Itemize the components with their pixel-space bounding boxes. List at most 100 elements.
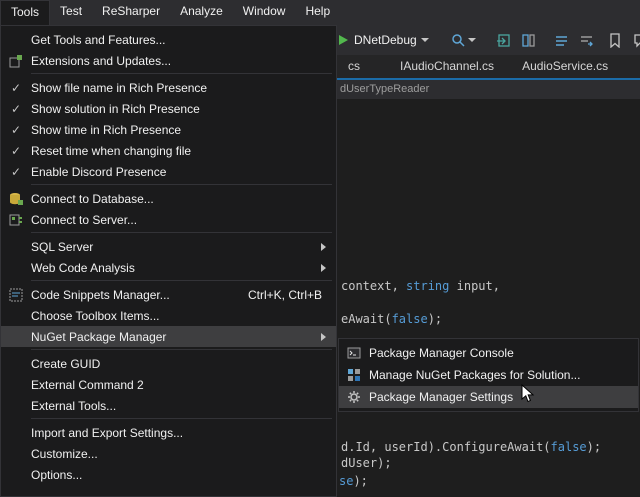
code-keyword: false — [392, 312, 428, 326]
menubar: Tools Test ReSharper Analyze Window Help — [0, 0, 640, 25]
menu-item-label: Show solution in Rich Presence — [31, 102, 200, 116]
menu-item-label: External Tools... — [31, 399, 116, 413]
menu-item-label: Connect to Database... — [31, 192, 154, 206]
menu-item-customize[interactable]: Customize... — [1, 443, 336, 464]
menu-item-label: Reset time when changing file — [31, 144, 191, 158]
menu-separator — [31, 418, 332, 419]
menu-separator — [31, 232, 332, 233]
menu-item-label: External Command 2 — [31, 378, 144, 392]
menu-item-label: Connect to Server... — [31, 213, 137, 227]
gear-icon — [339, 390, 369, 404]
code-text: eAwait( — [341, 312, 392, 326]
code-line: context, string input, — [341, 279, 500, 293]
comment-icon[interactable] — [633, 31, 640, 49]
menu-item-label: SQL Server — [31, 240, 93, 254]
menu-item-label: Options... — [31, 468, 82, 482]
menu-item-sql-server[interactable]: SQL Server — [1, 236, 336, 257]
list-navigate-icon[interactable] — [579, 31, 594, 49]
tab-audioservice[interactable]: AudioService.cs — [511, 55, 619, 78]
menu-item-label: Create GUID — [31, 357, 100, 371]
checkmark-icon — [1, 102, 31, 116]
tools-menu-popup: Get Tools and Features... Extensions and… — [0, 25, 337, 497]
tab-iaudiochannel[interactable]: IAudioChannel.cs — [389, 55, 505, 78]
menu-item-create-guid[interactable]: Create GUID — [1, 353, 336, 374]
code-line: d.Id, userId).ConfigureAwait(false); — [341, 440, 601, 454]
menu-item-extensions-and-updates[interactable]: Extensions and Updates... — [1, 50, 336, 71]
menu-item-show-time[interactable]: Show time in Rich Presence — [1, 119, 336, 140]
submenu-item-package-manager-settings[interactable]: Package Manager Settings — [339, 386, 638, 408]
checkmark-icon — [1, 144, 31, 158]
code-text: d.Id, userId).ConfigureAwait( — [341, 440, 551, 454]
vs-window: Tools Test ReSharper Analyze Window Help… — [0, 0, 640, 497]
menu-item-label: Customize... — [31, 447, 98, 461]
server-icon — [1, 213, 31, 227]
menu-item-import-export-settings[interactable]: Import and Export Settings... — [1, 422, 336, 443]
code-keyword: false — [551, 440, 587, 454]
bookmark-icon[interactable] — [608, 31, 621, 49]
navigate-window-icon[interactable] — [496, 31, 511, 49]
menu-item-external-command-2[interactable]: External Command 2 — [1, 374, 336, 395]
code-text: ); — [587, 440, 601, 454]
checkmark-icon — [1, 81, 31, 95]
checkmark-icon — [1, 165, 31, 179]
menu-item-label: Show time in Rich Presence — [31, 123, 181, 137]
code-keyword: string — [406, 279, 449, 293]
database-icon — [1, 192, 31, 206]
menu-item-label: Code Snippets Manager... — [31, 288, 170, 302]
mouse-cursor-icon — [521, 384, 535, 404]
run-target-caret-icon[interactable] — [421, 38, 429, 42]
menu-separator — [31, 184, 332, 185]
start-debug-icon[interactable] — [339, 35, 348, 45]
menu-item-get-tools-and-features[interactable]: Get Tools and Features... — [1, 29, 336, 50]
code-text: context, — [341, 279, 406, 293]
list-members-icon[interactable] — [554, 31, 569, 49]
nuget-submenu-popup: Package Manager Console Manage NuGet Pac… — [338, 338, 639, 412]
submenu-arrow-icon — [321, 243, 326, 251]
menu-item-label: Choose Toolbox Items... — [31, 309, 160, 323]
menu-item-label: NuGet Package Manager — [31, 330, 166, 344]
split-columns-icon[interactable] — [521, 31, 536, 49]
code-keyword: se — [339, 474, 353, 488]
menu-help[interactable]: Help — [295, 0, 340, 25]
submenu-item-manage-nuget-packages[interactable]: Manage NuGet Packages for Solution... — [339, 364, 638, 386]
tab-partial[interactable]: cs — [337, 55, 371, 78]
menu-tools[interactable]: Tools — [0, 0, 50, 25]
code-line: dUser); — [341, 456, 392, 470]
menu-item-choose-toolbox-items[interactable]: Choose Toolbox Items... — [1, 305, 336, 326]
menu-item-label: Import and Export Settings... — [31, 426, 183, 440]
menu-resharper[interactable]: ReSharper — [92, 0, 170, 25]
menu-item-nuget-package-manager[interactable]: NuGet Package Manager — [1, 326, 336, 347]
menu-item-external-tools[interactable]: External Tools... — [1, 395, 336, 416]
menu-item-code-snippets-manager[interactable]: Code Snippets Manager... Ctrl+K, Ctrl+B — [1, 284, 336, 305]
menu-analyze[interactable]: Analyze — [170, 0, 233, 25]
submenu-item-package-manager-console[interactable]: Package Manager Console — [339, 342, 638, 364]
submenu-item-label: Package Manager Settings — [369, 390, 513, 404]
snippets-icon — [1, 288, 31, 302]
nuget-packages-icon — [339, 368, 369, 382]
menu-window[interactable]: Window — [233, 0, 296, 25]
find-caret-icon[interactable] — [468, 38, 476, 42]
menu-test[interactable]: Test — [50, 0, 92, 25]
menu-item-shortcut: Ctrl+K, Ctrl+B — [248, 288, 322, 302]
code-line: se); — [339, 474, 368, 488]
menu-item-reset-time[interactable]: Reset time when changing file — [1, 140, 336, 161]
menu-item-web-code-analysis[interactable]: Web Code Analysis — [1, 257, 336, 278]
run-target-label[interactable]: DNetDebug — [354, 33, 417, 47]
menu-item-label: Extensions and Updates... — [31, 54, 171, 68]
menu-item-enable-discord-presence[interactable]: Enable Discord Presence — [1, 161, 336, 182]
menu-item-show-solution[interactable]: Show solution in Rich Presence — [1, 98, 336, 119]
menu-item-label: Get Tools and Features... — [31, 33, 166, 47]
menu-item-show-file-name[interactable]: Show file name in Rich Presence — [1, 77, 336, 98]
menu-item-connect-to-database[interactable]: Connect to Database... — [1, 188, 336, 209]
checkmark-icon — [1, 123, 31, 137]
menu-separator — [31, 280, 332, 281]
code-text: ); — [353, 474, 367, 488]
submenu-item-label: Package Manager Console — [369, 346, 514, 360]
find-icon[interactable] — [451, 31, 466, 49]
code-text: input, — [449, 279, 500, 293]
menu-separator — [31, 73, 332, 74]
menu-item-label: Show file name in Rich Presence — [31, 81, 207, 95]
menu-item-options[interactable]: Options... — [1, 464, 336, 485]
menu-item-connect-to-server[interactable]: Connect to Server... — [1, 209, 336, 230]
submenu-item-label: Manage NuGet Packages for Solution... — [369, 368, 580, 382]
